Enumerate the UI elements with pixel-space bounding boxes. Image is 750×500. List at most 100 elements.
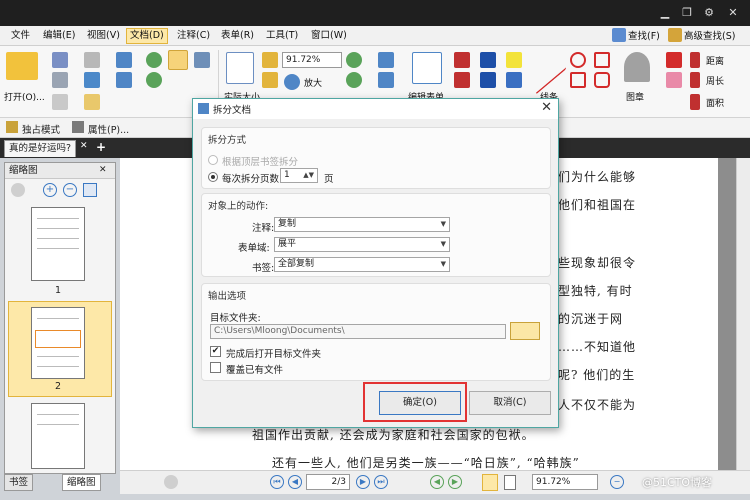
menu-form[interactable]: 表单(R) [218,28,257,44]
close-icon[interactable]: ✕ [724,4,742,22]
zoom-in-label[interactable]: 放大 [304,76,322,89]
bookmarks-select[interactable]: 全部复制 ▼ [274,257,450,272]
refresh-icon[interactable] [346,72,362,88]
edit-form-icon[interactable] [412,52,442,84]
close-tab-icon[interactable]: ✕ [80,141,92,153]
fit-width-icon[interactable] [262,72,278,88]
page-number-input[interactable]: 2/3 [306,474,350,490]
undo-icon[interactable] [116,52,132,68]
pages-per-split-stepper[interactable]: 1 ▲▼ [280,168,318,183]
menu-file[interactable]: 文件 [8,28,33,44]
target-folder-input[interactable]: C:\Users\Mloong\Documents\ [210,324,506,339]
field-tool-icon[interactable] [378,72,394,88]
perimeter-icon[interactable] [690,72,700,88]
browse-folder-icon[interactable] [510,322,540,340]
tab-document[interactable]: 真的是好运吗? [4,140,77,157]
callout-icon[interactable] [454,72,470,88]
split-by-pages-radio[interactable] [208,172,218,182]
save-icon[interactable] [52,52,68,68]
perimeter-label[interactable]: 周长 [706,74,724,87]
scan-icon[interactable] [84,72,100,88]
zoom-select[interactable]: 91.72% [282,52,342,68]
circle-tool-icon[interactable] [570,52,586,68]
dialog-close-icon[interactable]: ✕ [541,100,552,115]
exclusive-mode-button[interactable]: 独占模式 [22,122,60,136]
thumbnail-page-1[interactable] [31,207,85,281]
menu-edit[interactable]: 编辑(E) [40,28,78,44]
thumbnail-page-2[interactable] [31,307,85,379]
rectangle-tool-icon[interactable] [570,72,586,88]
menu-document[interactable]: 文档(D) [126,28,168,44]
split-by-bookmark-radio[interactable] [208,155,218,165]
vertical-scrollbar[interactable] [736,158,750,470]
pencil-icon[interactable] [666,52,682,68]
text-tool-icon[interactable] [378,52,394,68]
distance-label[interactable]: 距离 [706,54,724,67]
rotate-left-icon[interactable] [83,183,97,197]
distance-icon[interactable] [690,52,700,68]
cloud-tool-icon[interactable] [594,72,610,88]
stamp-icon[interactable] [624,52,650,82]
area-icon[interactable] [690,94,700,110]
status-settings-icon[interactable] [164,475,178,489]
new-doc-icon[interactable] [84,94,100,110]
restore-icon[interactable]: ❐ [678,4,696,22]
status-zoom-select[interactable]: 91.72% [532,474,598,490]
zoom-in-icon[interactable] [284,74,300,90]
settings-icon[interactable]: ⚙ [700,4,718,22]
open-folder-after-checkbox[interactable]: ✔ [210,346,221,357]
annotations-select[interactable]: 复制 ▼ [274,217,450,232]
thumb-zoom-out-icon[interactable]: − [63,183,77,197]
hand-tool-icon[interactable] [168,50,188,70]
status-zoom-out-icon[interactable]: − [610,475,624,489]
continuous-view-icon[interactable] [504,475,516,490]
menu-comment[interactable]: 注释(C) [174,28,213,44]
prev-page-icon[interactable]: ◀ [288,475,302,489]
single-page-view-icon[interactable] [482,474,498,491]
properties-icon[interactable] [52,94,68,110]
panel-settings-icon[interactable] [11,183,25,197]
print-icon[interactable] [52,72,68,88]
actual-size-icon[interactable] [226,52,254,84]
panel-close-icon[interactable]: ✕ [99,165,111,177]
last-page-icon[interactable]: ⏭ [374,475,388,489]
tab-thumbnails[interactable]: 缩略图 [62,474,101,491]
area-label[interactable]: 面积 [706,96,724,109]
advanced-find-button[interactable]: 高级查找(S) [668,28,735,44]
thumbnail-page-3[interactable] [31,403,85,469]
form-fields-select[interactable]: 展平 ▼ [274,237,450,252]
menu-window[interactable]: 窗口(W) [308,28,350,44]
textbox-icon[interactable] [454,52,470,68]
tab-bookmarks[interactable]: 书签 [4,474,34,491]
menu-tools[interactable]: 工具(T) [263,28,301,44]
first-page-icon[interactable]: ⏮ [270,475,284,489]
email-icon[interactable] [84,52,100,68]
open-label[interactable]: 打开(O)... [4,90,45,103]
stepper-arrows-icon[interactable]: ▲▼ [303,169,314,182]
typewriter-icon[interactable] [480,52,496,68]
cancel-button[interactable]: 取消(C) [469,391,551,415]
line-tool-icon[interactable] [536,41,566,95]
redo-icon[interactable] [116,72,132,88]
go-back-icon[interactable]: ◀ [430,475,444,489]
next-page-icon[interactable]: ▶ [356,475,370,489]
menu-view[interactable]: 视图(V) [84,28,123,44]
properties-button[interactable]: 属性(P)... [88,122,129,136]
eraser-icon[interactable] [666,72,682,88]
note-icon[interactable] [506,52,522,68]
minimize-icon[interactable]: ▁ [656,4,674,22]
thumb-zoom-in-icon[interactable]: + [43,183,57,197]
stamp-label[interactable]: 图章 [626,90,644,103]
find-button[interactable]: 查找(F) [612,28,660,44]
forward-icon[interactable] [146,72,162,88]
fit-page-icon[interactable] [262,52,278,68]
go-forward-icon[interactable]: ▶ [448,475,462,489]
snapshot-icon[interactable] [194,52,210,68]
highlight-text-icon[interactable] [480,72,496,88]
new-tab-icon[interactable]: + [96,140,106,154]
back-icon[interactable] [146,52,162,68]
rotate-icon[interactable] [346,52,362,68]
attachment-icon[interactable] [506,72,522,88]
overwrite-checkbox[interactable] [210,362,221,373]
open-folder-icon[interactable] [6,52,38,80]
